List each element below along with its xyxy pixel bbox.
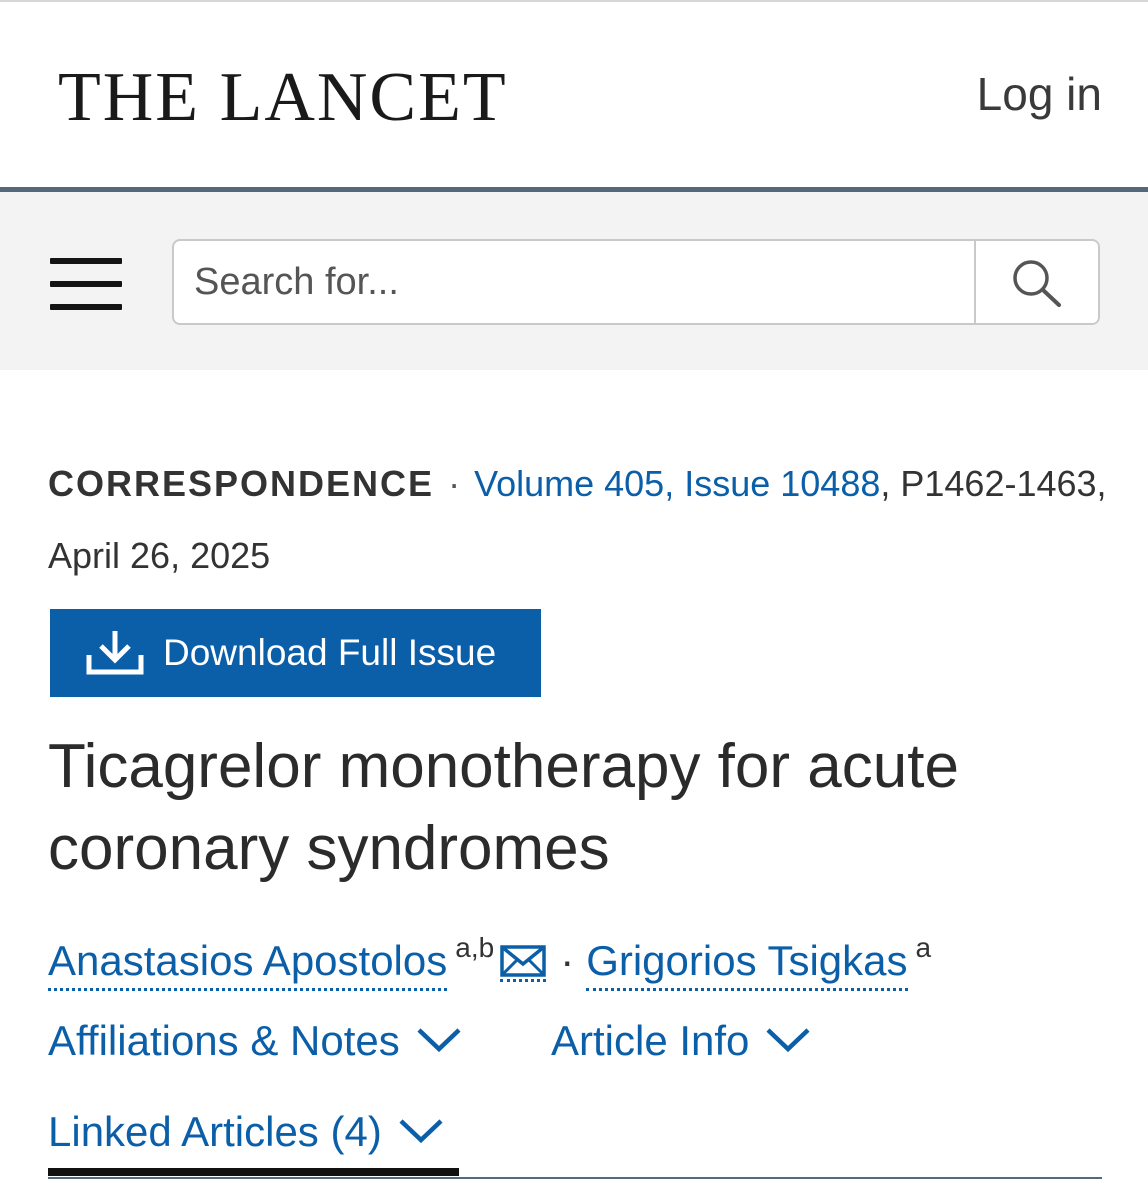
search-button[interactable] — [974, 241, 1098, 323]
search-bar — [0, 192, 1148, 370]
lancet-logo[interactable]: THE LANCET — [58, 60, 508, 136]
chevron-down-icon — [417, 1028, 461, 1053]
author-affiliation-marker: a — [915, 932, 932, 963]
hamburger-menu-icon[interactable] — [50, 258, 122, 310]
site-header: THE LANCET Log in — [0, 2, 1148, 188]
tab-linked-articles[interactable]: Linked Articles (4) — [48, 1104, 444, 1160]
search-input[interactable] — [174, 241, 974, 323]
tab-article-info[interactable]: Article Info — [551, 1013, 811, 1069]
download-icon — [86, 631, 144, 675]
volume-issue-link[interactable]: Volume 405, Issue 10488 — [474, 463, 880, 504]
tab-label: Article Info — [551, 1017, 750, 1064]
download-full-issue-button[interactable]: Download Full Issue — [50, 609, 541, 697]
author-separator: · — [560, 937, 575, 984]
article-title: Ticagrelor monotherapy for acute coronar… — [48, 732, 959, 883]
chevron-down-icon — [766, 1028, 810, 1053]
envelope-icon — [500, 945, 546, 977]
article-meta: CORRESPONDENCE · Volume 405, Issue 10488, … — [48, 448, 1108, 592]
author-link[interactable]: Anastasios Apostolos — [48, 937, 448, 991]
tab-label: Linked Articles (4) — [48, 1108, 382, 1155]
meta-separator: · — [448, 463, 461, 504]
article-type: CORRESPONDENCE — [48, 463, 435, 504]
search-box — [172, 239, 1100, 325]
tab-bar-divider — [48, 1177, 1102, 1179]
email-author-link[interactable] — [500, 945, 547, 982]
author-affiliation-marker: a,b — [455, 932, 495, 963]
tab-affiliations-notes[interactable]: Affiliations & Notes — [48, 1013, 462, 1069]
tab-label: Affiliations & Notes — [48, 1017, 400, 1064]
author-link[interactable]: Grigorios Tsigkas — [586, 937, 908, 991]
search-icon — [1013, 260, 1061, 307]
chevron-down-icon — [399, 1119, 443, 1144]
download-label: Download Full Issue — [163, 632, 497, 673]
login-link[interactable]: Log in — [977, 64, 1102, 124]
active-tab-indicator — [48, 1168, 459, 1176]
author-list: Anastasios Apostolos a,b · Grigorios Tsigka… — [48, 918, 1118, 991]
